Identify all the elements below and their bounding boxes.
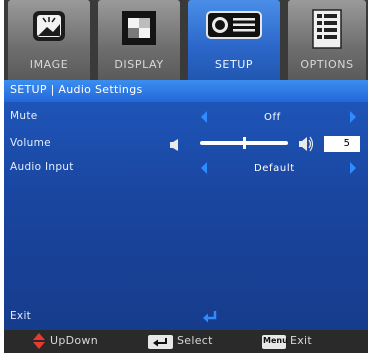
options-icon [310,8,344,54]
section-title: SETUP | Audio Settings [10,83,143,96]
speaker-low-icon[interactable] [169,137,181,156]
bottom-help-bar: UpDown Select Menu Exit [4,330,368,353]
mute-value: Off [264,112,281,123]
enter-key-icon [148,335,173,349]
menu-key: Menu [262,335,288,349]
select-hint: Select [177,334,213,347]
tab-image-label: IMAGE [29,58,69,71]
volume-value: 5 [343,138,350,149]
tab-bar: IMAGE DISPLAY SETUP OPTIONS [4,0,368,80]
display-icon [119,8,159,52]
tab-options-label: OPTIONS [300,58,354,71]
row-exit[interactable]: Exit [4,307,368,327]
audio-input-left-arrow-icon[interactable] [201,162,207,174]
tab-image[interactable]: IMAGE [8,0,90,80]
projector-osd-menu: IMAGE DISPLAY SETUP OPTIONS SETUP | Audi… [0,0,375,353]
tab-setup-label: SETUP [214,58,254,71]
image-icon [29,8,69,50]
updown-arrows-icon [32,332,46,354]
audio-input-label: Audio Input [10,161,74,173]
tab-display[interactable]: DISPLAY [98,0,180,80]
volume-value-box: 5 [324,136,360,152]
updown-hint: UpDown [50,334,99,347]
speaker-high-icon[interactable] [298,135,314,157]
enter-arrow-icon[interactable] [202,309,218,328]
projector-icon [205,8,263,46]
mute-left-arrow-icon[interactable] [201,111,207,123]
mute-right-arrow-icon[interactable] [350,111,356,123]
exit-label: Exit [10,310,32,322]
row-audio-input[interactable]: Audio Input Default [4,158,368,178]
tab-setup[interactable]: SETUP [188,0,280,80]
row-mute[interactable]: Mute Off [4,107,368,127]
exit-hint: Exit [290,334,313,347]
audio-input-value: Default [254,163,295,174]
mute-label: Mute [10,110,38,122]
tab-options[interactable]: OPTIONS [288,0,366,80]
volume-slider[interactable] [200,137,288,149]
menu-key-label: Menu [263,336,288,345]
audio-input-right-arrow-icon[interactable] [350,162,356,174]
tab-display-label: DISPLAY [114,58,164,71]
section-header: SETUP | Audio Settings [4,80,368,102]
volume-slider-knob[interactable] [243,137,246,149]
row-volume[interactable]: Volume 5 [4,134,368,154]
volume-label: Volume [10,137,51,149]
settings-panel: Mute Off Volume 5 Audio Input Default Ex… [4,102,368,330]
